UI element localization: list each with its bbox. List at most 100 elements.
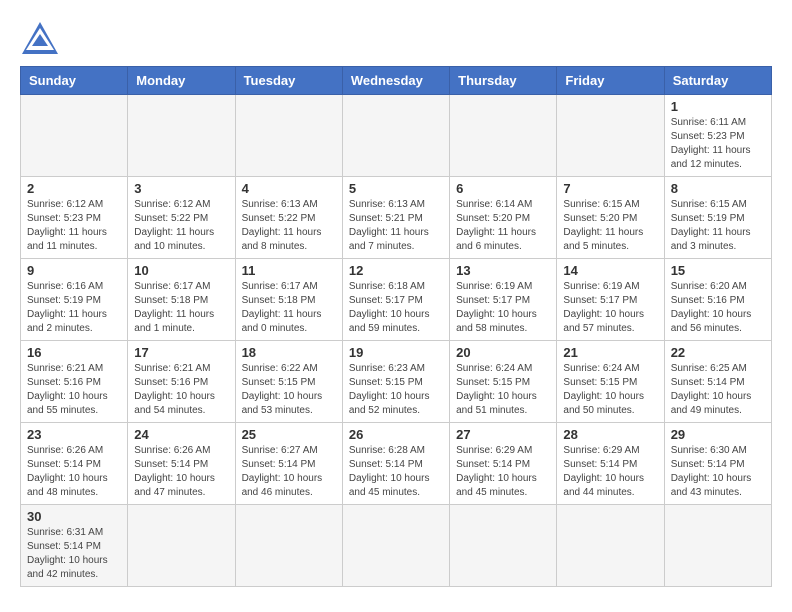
day-number: 29	[671, 427, 765, 442]
calendar-table: SundayMondayTuesdayWednesdayThursdayFrid…	[20, 66, 772, 587]
calendar-cell: 1Sunrise: 6:11 AMSunset: 5:23 PMDaylight…	[664, 95, 771, 177]
day-number: 20	[456, 345, 550, 360]
calendar-cell	[342, 505, 449, 587]
calendar-cell	[557, 505, 664, 587]
calendar-cell: 29 Sunrise: 6:30 AMSunset: 5:14 PMDayligh…	[664, 423, 771, 505]
calendar-cell: 23 Sunrise: 6:26 AMSunset: 5:14 PMDayligh…	[21, 423, 128, 505]
calendar-cell: 2 Sunrise: 6:12 AMSunset: 5:23 PMDaylight…	[21, 177, 128, 259]
day-number: 13	[456, 263, 550, 278]
day-info: Sunrise: 6:25 AMSunset: 5:14 PMDaylight:…	[671, 362, 765, 418]
day-info: Sunrise: 6:16 AMSunset: 5:19 PMDaylight:…	[27, 280, 121, 336]
day-number: 5	[349, 181, 443, 196]
weekday-header: Wednesday	[342, 67, 449, 95]
day-info: Sunrise: 6:29 AMSunset: 5:14 PMDaylight:…	[456, 444, 550, 500]
calendar-cell: 6Sunrise: 6:14 AMSunset: 5:20 PMDaylight…	[450, 177, 557, 259]
calendar-cell	[557, 95, 664, 177]
calendar-cell: 30 Sunrise: 6:31 AMSunset: 5:14 PMDayligh…	[21, 505, 128, 587]
calendar-cell: 20 Sunrise: 6:24 AMSunset: 5:15 PMDayligh…	[450, 341, 557, 423]
day-number: 8	[671, 181, 765, 196]
day-number: 10	[134, 263, 228, 278]
weekday-header: Sunday	[21, 67, 128, 95]
weekday-header: Friday	[557, 67, 664, 95]
calendar-cell	[128, 95, 235, 177]
day-number: 22	[671, 345, 765, 360]
logo-icon	[20, 20, 60, 56]
calendar-cell: 14 Sunrise: 6:19 AMSunset: 5:17 PMDayligh…	[557, 259, 664, 341]
day-info: Sunrise: 6:24 AMSunset: 5:15 PMDaylight:…	[456, 362, 550, 418]
day-number: 14	[563, 263, 657, 278]
day-info: Sunrise: 6:20 AMSunset: 5:16 PMDaylight:…	[671, 280, 765, 336]
calendar-cell: 13 Sunrise: 6:19 AMSunset: 5:17 PMDayligh…	[450, 259, 557, 341]
calendar-cell: 9 Sunrise: 6:16 AMSunset: 5:19 PMDaylight…	[21, 259, 128, 341]
day-number: 30	[27, 509, 121, 524]
day-info: Sunrise: 6:22 AMSunset: 5:15 PMDaylight:…	[242, 362, 336, 418]
day-number: 15	[671, 263, 765, 278]
calendar-cell: 11Sunrise: 6:17 AMSunset: 5:18 PMDayligh…	[235, 259, 342, 341]
calendar-cell	[235, 95, 342, 177]
day-number: 4	[242, 181, 336, 196]
calendar-cell: 5Sunrise: 6:13 AMSunset: 5:21 PMDaylight…	[342, 177, 449, 259]
calendar-cell: 28 Sunrise: 6:29 AMSunset: 5:14 PMDayligh…	[557, 423, 664, 505]
weekday-header: Thursday	[450, 67, 557, 95]
day-info: Sunrise: 6:11 AMSunset: 5:23 PMDaylight:…	[671, 116, 765, 172]
day-number: 6	[456, 181, 550, 196]
day-info: Sunrise: 6:17 AMSunset: 5:18 PMDaylight:…	[242, 280, 336, 336]
logo	[20, 20, 66, 56]
calendar-cell: 7Sunrise: 6:15 AMSunset: 5:20 PMDaylight…	[557, 177, 664, 259]
day-info: Sunrise: 6:27 AMSunset: 5:14 PMDaylight:…	[242, 444, 336, 500]
calendar-cell	[664, 505, 771, 587]
day-info: Sunrise: 6:30 AMSunset: 5:14 PMDaylight:…	[671, 444, 765, 500]
calendar-cell: 22 Sunrise: 6:25 AMSunset: 5:14 PMDayligh…	[664, 341, 771, 423]
calendar-cell: 27 Sunrise: 6:29 AMSunset: 5:14 PMDayligh…	[450, 423, 557, 505]
day-info: Sunrise: 6:21 AMSunset: 5:16 PMDaylight:…	[27, 362, 121, 418]
day-number: 28	[563, 427, 657, 442]
page-header	[20, 20, 772, 56]
day-number: 9	[27, 263, 121, 278]
calendar-cell	[342, 95, 449, 177]
calendar-cell: 21 Sunrise: 6:24 AMSunset: 5:15 PMDayligh…	[557, 341, 664, 423]
day-number: 7	[563, 181, 657, 196]
calendar-cell: 17 Sunrise: 6:21 AMSunset: 5:16 PMDayligh…	[128, 341, 235, 423]
calendar-cell: 18Sunrise: 6:22 AMSunset: 5:15 PMDayligh…	[235, 341, 342, 423]
day-number: 26	[349, 427, 443, 442]
day-number: 27	[456, 427, 550, 442]
day-info: Sunrise: 6:18 AMSunset: 5:17 PMDaylight:…	[349, 280, 443, 336]
calendar-cell: 3 Sunrise: 6:12 AMSunset: 5:22 PMDaylight…	[128, 177, 235, 259]
day-info: Sunrise: 6:26 AMSunset: 5:14 PMDaylight:…	[134, 444, 228, 500]
day-number: 3	[134, 181, 228, 196]
calendar-cell: 10Sunrise: 6:17 AMSunset: 5:18 PMDayligh…	[128, 259, 235, 341]
day-info: Sunrise: 6:19 AMSunset: 5:17 PMDaylight:…	[456, 280, 550, 336]
calendar-cell	[21, 95, 128, 177]
calendar-cell	[450, 505, 557, 587]
day-info: Sunrise: 6:15 AMSunset: 5:19 PMDaylight:…	[671, 198, 765, 254]
day-info: Sunrise: 6:13 AMSunset: 5:22 PMDaylight:…	[242, 198, 336, 254]
day-number: 12	[349, 263, 443, 278]
day-info: Sunrise: 6:26 AMSunset: 5:14 PMDaylight:…	[27, 444, 121, 500]
day-number: 17	[134, 345, 228, 360]
calendar-cell	[450, 95, 557, 177]
weekday-header: Saturday	[664, 67, 771, 95]
calendar-cell: 24 Sunrise: 6:26 AMSunset: 5:14 PMDayligh…	[128, 423, 235, 505]
day-info: Sunrise: 6:19 AMSunset: 5:17 PMDaylight:…	[563, 280, 657, 336]
calendar-cell: 26 Sunrise: 6:28 AMSunset: 5:14 PMDayligh…	[342, 423, 449, 505]
day-number: 24	[134, 427, 228, 442]
calendar-cell	[128, 505, 235, 587]
day-info: Sunrise: 6:28 AMSunset: 5:14 PMDaylight:…	[349, 444, 443, 500]
day-info: Sunrise: 6:21 AMSunset: 5:16 PMDaylight:…	[134, 362, 228, 418]
day-number: 2	[27, 181, 121, 196]
calendar-cell: 19Sunrise: 6:23 AMSunset: 5:15 PMDayligh…	[342, 341, 449, 423]
day-info: Sunrise: 6:29 AMSunset: 5:14 PMDaylight:…	[563, 444, 657, 500]
day-info: Sunrise: 6:24 AMSunset: 5:15 PMDaylight:…	[563, 362, 657, 418]
day-number: 23	[27, 427, 121, 442]
weekday-header: Monday	[128, 67, 235, 95]
day-number: 21	[563, 345, 657, 360]
calendar-cell: 12 Sunrise: 6:18 AMSunset: 5:17 PMDayligh…	[342, 259, 449, 341]
day-info: Sunrise: 6:12 AMSunset: 5:23 PMDaylight:…	[27, 198, 121, 254]
day-number: 19	[349, 345, 443, 360]
calendar-cell: 16Sunrise: 6:21 AMSunset: 5:16 PMDayligh…	[21, 341, 128, 423]
calendar-cell: 25 Sunrise: 6:27 AMSunset: 5:14 PMDayligh…	[235, 423, 342, 505]
day-info: Sunrise: 6:31 AMSunset: 5:14 PMDaylight:…	[27, 526, 121, 582]
day-number: 25	[242, 427, 336, 442]
day-info: Sunrise: 6:12 AMSunset: 5:22 PMDaylight:…	[134, 198, 228, 254]
calendar-cell: 4 Sunrise: 6:13 AMSunset: 5:22 PMDaylight…	[235, 177, 342, 259]
